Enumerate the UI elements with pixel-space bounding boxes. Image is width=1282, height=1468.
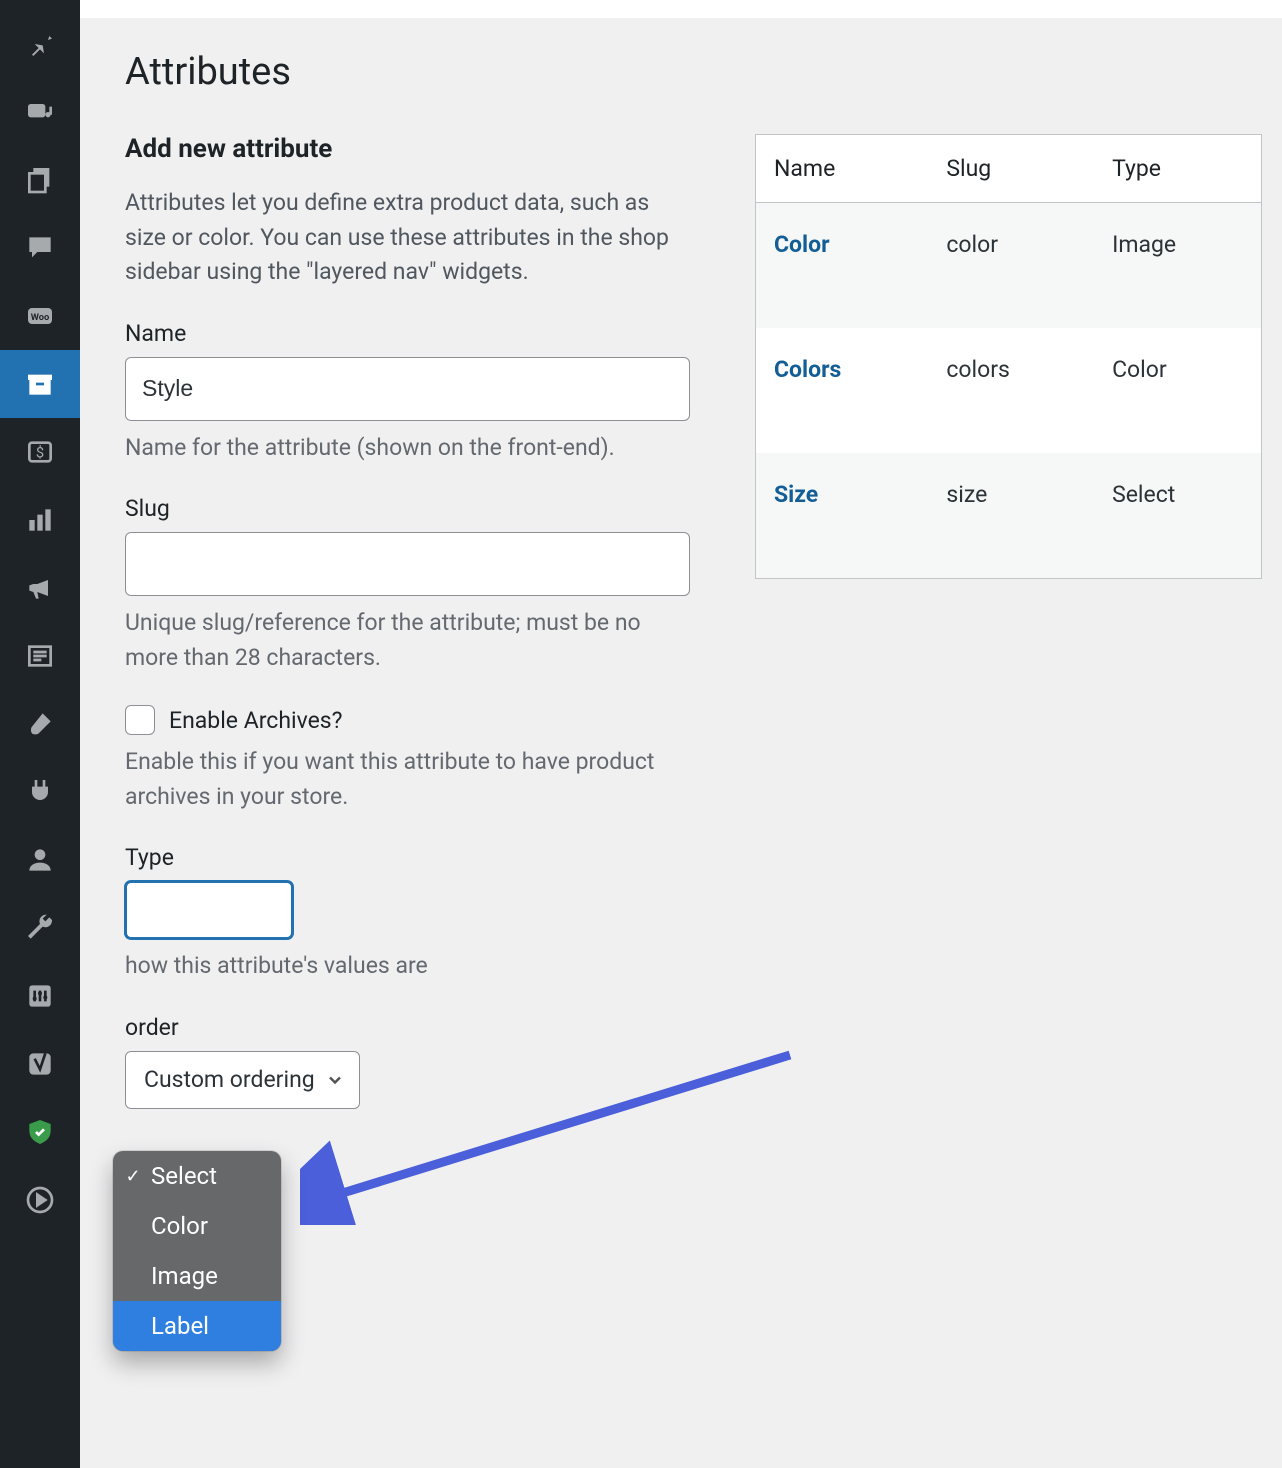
th-type[interactable]: Type	[1094, 135, 1261, 203]
wrench-icon	[24, 912, 56, 944]
sidebar-item-payments[interactable]: $	[0, 418, 80, 486]
chevron-down-icon	[325, 1070, 345, 1090]
sidebar-item-analytics[interactable]	[0, 486, 80, 554]
admin-sidebar: Woo $	[0, 0, 80, 1468]
attributes-table-wrap: Name Slug Type Color color Image Colors …	[755, 134, 1262, 579]
sidebar-item-plugins[interactable]	[0, 758, 80, 826]
attr-link[interactable]: Colors	[774, 356, 841, 383]
name-label: Name	[125, 320, 695, 347]
sidebar-item-security[interactable]	[0, 1098, 80, 1166]
sidebar-item-tools[interactable]	[0, 894, 80, 962]
archive-icon	[24, 368, 56, 400]
form-intro: Attributes let you define extra product …	[125, 186, 695, 290]
sidebar-item-users[interactable]	[0, 826, 80, 894]
plug-icon	[24, 776, 56, 808]
sidebar-item-collapse[interactable]	[0, 1166, 80, 1234]
type-option-color[interactable]: Color	[113, 1201, 281, 1251]
attr-link[interactable]: Size	[774, 481, 818, 508]
form-heading: Add new attribute	[125, 134, 695, 164]
play-circle-icon	[24, 1184, 56, 1216]
type-dropdown-popup: ✓ Select Color Image Label	[113, 1151, 281, 1351]
pages-icon	[24, 164, 56, 196]
bars-icon	[24, 504, 56, 536]
field-slug: Slug Unique slug/reference for the attri…	[125, 495, 695, 675]
sidebar-item-pin[interactable]	[0, 10, 80, 78]
sidebar-item-forms[interactable]	[0, 622, 80, 690]
type-option-label-text: Label	[151, 1312, 209, 1340]
attr-link[interactable]: Color	[774, 231, 830, 258]
camera-music-icon	[24, 96, 56, 128]
attr-slug: color	[928, 203, 1094, 329]
attr-type: Color	[1094, 328, 1261, 453]
table-row: Colors colors Color	[756, 328, 1262, 453]
svg-text:Woo: Woo	[31, 312, 50, 323]
archives-help: Enable this if you want this attribute t…	[125, 745, 695, 814]
check-icon: ✓	[125, 1166, 141, 1187]
sidebar-item-seo[interactable]	[0, 1030, 80, 1098]
sidebar-item-products[interactable]	[0, 350, 80, 418]
type-select[interactable]	[125, 881, 293, 939]
field-sort-order: order Custom ordering	[125, 1014, 695, 1109]
page-title: Attributes	[125, 50, 1262, 94]
archives-label: Enable Archives?	[169, 707, 343, 734]
table-row: Color color Image	[756, 203, 1262, 329]
name-input[interactable]	[125, 357, 690, 421]
type-label: Type	[125, 844, 695, 871]
attr-slug: size	[928, 453, 1094, 579]
sort-order-select[interactable]: Custom ordering	[125, 1051, 360, 1109]
sidebar-item-media[interactable]	[0, 78, 80, 146]
type-option-label[interactable]: Label	[113, 1301, 281, 1351]
sliders-icon	[24, 980, 56, 1012]
th-name[interactable]: Name	[756, 135, 929, 203]
slug-label: Slug	[125, 495, 695, 522]
add-attribute-form: Add new attribute Attributes let you def…	[125, 134, 695, 1139]
megaphone-icon	[24, 572, 56, 604]
type-help-partial: how this attribute's values are	[125, 949, 695, 984]
form-icon	[24, 640, 56, 672]
comment-icon	[24, 232, 56, 264]
sidebar-item-marketing[interactable]	[0, 554, 80, 622]
sort-order-value: Custom ordering	[144, 1066, 315, 1093]
shield-icon	[24, 1116, 56, 1148]
sidebar-item-woocommerce[interactable]: Woo	[0, 282, 80, 350]
type-option-label: Select	[151, 1162, 217, 1190]
svg-text:$: $	[36, 443, 44, 461]
type-option-label: Image	[151, 1262, 218, 1290]
dollar-box-icon: $	[24, 436, 56, 468]
field-type: Type how this attribute's values are	[125, 844, 695, 984]
th-slug[interactable]: Slug	[928, 135, 1094, 203]
slug-input[interactable]	[125, 532, 690, 596]
type-option-label: Color	[151, 1212, 208, 1240]
user-icon	[24, 844, 56, 876]
attr-type: Image	[1094, 203, 1261, 329]
type-option-select[interactable]: ✓ Select	[113, 1151, 281, 1201]
field-name: Name Name for the attribute (shown on th…	[125, 320, 695, 466]
name-help: Name for the attribute (shown on the fro…	[125, 431, 695, 466]
sidebar-item-settings[interactable]	[0, 962, 80, 1030]
enable-archives-checkbox[interactable]	[125, 705, 155, 735]
slug-help: Unique slug/reference for the attribute;…	[125, 606, 695, 675]
sidebar-item-comments[interactable]	[0, 214, 80, 282]
attr-type: Select	[1094, 453, 1261, 579]
attr-slug: colors	[928, 328, 1094, 453]
brush-icon	[24, 708, 56, 740]
woo-icon: Woo	[24, 300, 56, 332]
field-archives: Enable Archives? Enable this if you want…	[125, 705, 695, 814]
yoast-icon	[24, 1048, 56, 1080]
sort-order-label: order	[125, 1014, 695, 1041]
sidebar-item-appearance[interactable]	[0, 690, 80, 758]
top-white-strip	[80, 0, 1282, 18]
type-option-image[interactable]: Image	[113, 1251, 281, 1301]
pin-icon	[24, 28, 56, 60]
table-row: Size size Select	[756, 453, 1262, 579]
sidebar-item-pages[interactable]	[0, 146, 80, 214]
attributes-table: Name Slug Type Color color Image Colors …	[755, 134, 1262, 579]
